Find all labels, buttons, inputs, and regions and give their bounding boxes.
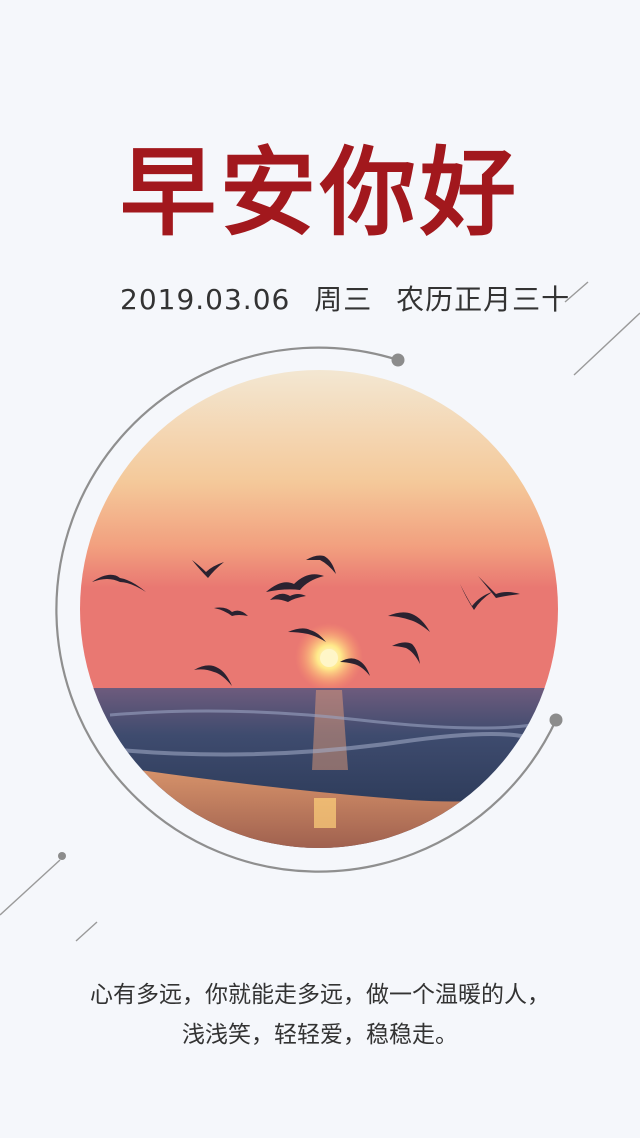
sun-reflection xyxy=(312,690,348,770)
accent-line xyxy=(75,921,98,942)
accent-line xyxy=(0,859,61,916)
accent-dot xyxy=(58,852,66,860)
greeting-title: 早安你好 xyxy=(120,136,520,249)
sand-reflection xyxy=(314,798,336,828)
lunar-date: 农历正月三十 xyxy=(396,283,571,316)
quote-line-2: 浅浅笑，轻轻爱，稳稳走。 xyxy=(182,1022,458,1048)
weekday: 周三 xyxy=(314,283,373,316)
quote: 心有多远，你就能走多远，做一个温暖的人， 浅浅笑，轻轻爱，稳稳走。 xyxy=(40,975,600,1055)
sun xyxy=(320,649,338,667)
ring-dot-right xyxy=(549,713,563,727)
date-line: 2019.03.06 周三 农历正月三十 xyxy=(120,280,569,320)
gregorian-date: 2019.03.06 xyxy=(120,283,291,316)
ring-dot-top xyxy=(391,353,405,367)
accent-line xyxy=(573,312,640,376)
sunset-photo xyxy=(80,370,558,848)
quote-line-1: 心有多远，你就能走多远，做一个温暖的人， xyxy=(90,982,550,1008)
